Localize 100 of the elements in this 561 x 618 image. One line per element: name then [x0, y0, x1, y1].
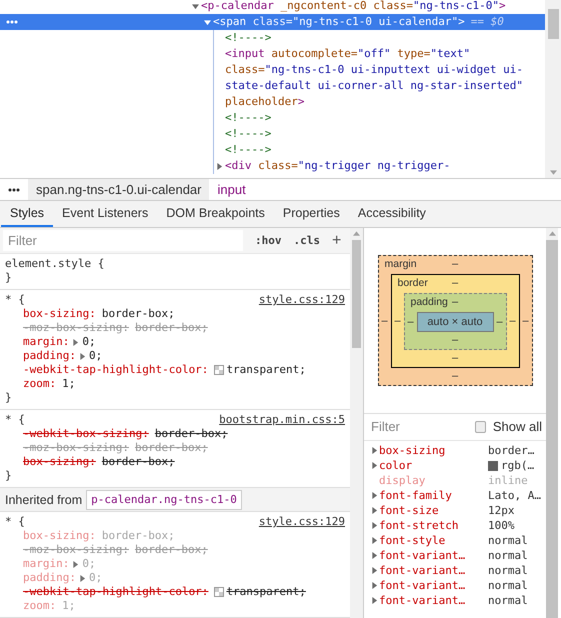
source-link[interactable]: bootstrap.min.css:5: [219, 413, 345, 427]
property-name[interactable]: box-sizing:: [23, 455, 96, 469]
expand-arrow-icon[interactable]: [371, 507, 378, 514]
filter-field[interactable]: Filter: [371, 419, 471, 435]
property-value: normal: [488, 562, 528, 578]
value-dash: –: [521, 314, 530, 328]
property-value: 12px: [488, 502, 514, 518]
dom-node-text[interactable]: <!---->: [225, 110, 531, 126]
expand-arrow-icon[interactable]: [371, 462, 378, 469]
scrollbar-thumb[interactable]: [548, 9, 558, 39]
filter-field[interactable]: Filter: [3, 230, 243, 251]
property-value: rgb(…: [501, 458, 534, 474]
css-selector: * {: [5, 515, 25, 529]
property-name[interactable]: font-variant…: [379, 578, 488, 594]
property-name[interactable]: zoom:: [23, 377, 56, 391]
value-dash: –: [452, 352, 458, 364]
box-label: margin: [384, 257, 418, 272]
dom-node-row[interactable]: <!---->: [0, 142, 545, 158]
dom-node-text[interactable]: <p-calendar _ngcontent-c0 class="ng-tns-c1-0">: [201, 0, 531, 14]
property-value[interactable]: 0;: [88, 349, 102, 363]
property-value[interactable]: 1;: [62, 377, 76, 391]
expand-arrow-icon[interactable]: [371, 522, 378, 529]
breadcrumb[interactable]: span.ng-tns-c1-0.ui-calendar: [28, 179, 210, 200]
dom-node-row[interactable]: <!---->: [0, 126, 545, 142]
dom-node-text[interactable]: <!---->: [225, 126, 531, 142]
property-name[interactable]: color: [379, 458, 488, 474]
property-name[interactable]: font-variant…: [379, 562, 488, 578]
expand-arrow-icon[interactable]: [371, 552, 378, 559]
expand-arrow-icon[interactable]: [216, 162, 223, 170]
property-name[interactable]: font-family: [379, 488, 488, 504]
value-dash: –: [452, 334, 458, 346]
property-name[interactable]: box-sizing: [379, 442, 488, 458]
dom-node-text[interactable]: <div class="ng-trigger ng-trigger-: [225, 158, 531, 174]
checkbox-label: Show all: [492, 419, 542, 435]
property-name[interactable]: box-sizing:: [23, 307, 96, 321]
dom-node-row[interactable]: <div class="ng-trigger ng-trigger-: [0, 158, 545, 174]
property-name[interactable]: font-variant…: [379, 548, 488, 564]
scrollbar[interactable]: [350, 228, 363, 618]
property-name[interactable]: padding:: [23, 349, 76, 363]
collapse-arrow-icon[interactable]: [204, 18, 211, 26]
source-link[interactable]: style.css:129: [258, 515, 345, 529]
property-name[interactable]: -webkit-tap-highlight-color:: [23, 363, 208, 377]
dom-node-row[interactable]: <!---->: [0, 30, 545, 46]
dom-node-row[interactable]: <p-calendar _ngcontent-c0 class="ng-tns-c1-0">: [0, 0, 545, 14]
dom-node-text[interactable]: <span class="ng-tns-c1-0 ui-calendar"> == $0: [213, 14, 531, 30]
property-name[interactable]: -webkit-tap-highlight-color:: [23, 585, 208, 599]
checkbox[interactable]: [475, 421, 486, 433]
expand-arrow-icon[interactable]: [371, 492, 378, 499]
property-value[interactable]: 0;: [82, 335, 96, 349]
color-swatch-icon[interactable]: [214, 587, 224, 597]
property-value[interactable]: border-box;: [102, 455, 175, 469]
more-icon[interactable]: [8, 188, 20, 192]
expand-arrow-icon[interactable]: [371, 582, 378, 589]
property-value: normal: [488, 578, 528, 594]
value-dash: –: [452, 276, 458, 291]
property-name[interactable]: font-variant…: [379, 592, 488, 608]
dom-node-text[interactable]: <input autocomplete="off" type="text" class="ng-tns-c1-0 ui-inputtext ui-widget ui-state-default ui-corner-all ng-star-inserted" placeholder>: [225, 46, 531, 110]
value-dash: –: [495, 314, 504, 330]
color-swatch-icon[interactable]: [214, 365, 224, 375]
expand-arrow-icon[interactable]: [78, 574, 86, 582]
property-value[interactable]: transparent;: [226, 585, 306, 599]
tab[interactable]: Accessibility: [348, 201, 435, 227]
dom-node-text[interactable]: <!---->: [225, 30, 531, 46]
property-value[interactable]: border-box;: [154, 427, 228, 441]
scrollbar[interactable]: [545, 0, 561, 178]
expand-arrow-icon[interactable]: [371, 447, 378, 454]
toolbar-button[interactable]: .cls: [294, 232, 320, 248]
toolbar-button[interactable]: +: [332, 232, 342, 248]
dom-node-row[interactable]: <!---->: [0, 110, 545, 126]
property-name[interactable]: font-style: [379, 532, 488, 548]
property-value[interactable]: transparent;: [226, 363, 306, 377]
toolbar-button[interactable]: :hov: [255, 232, 282, 248]
source-link[interactable]: style.css:129: [258, 293, 345, 307]
expand-arrow-icon[interactable]: [371, 567, 378, 574]
property-name[interactable]: -webkit-box-sizing:: [23, 427, 149, 441]
property-name[interactable]: font-size: [379, 502, 488, 518]
expand-arrow-icon[interactable]: [371, 597, 378, 604]
property-value: normal: [488, 592, 528, 608]
tab[interactable]: Properties: [274, 201, 349, 227]
inherited-label: Inherited from: [5, 492, 82, 508]
collapse-arrow-icon[interactable]: [192, 2, 199, 10]
element-link[interactable]: p-calendar.ng-tns-c1-0: [86, 490, 242, 510]
expand-arrow-icon[interactable]: [72, 560, 80, 568]
property-value[interactable]: border-box;: [102, 307, 175, 321]
tab[interactable]: Event Listeners: [53, 201, 158, 227]
value-dash: –: [393, 314, 402, 329]
dom-node-text[interactable]: <!---->: [225, 142, 531, 158]
property-name[interactable]: font-stretch: [379, 518, 488, 534]
dom-node-row[interactable]: <span class="ng-tns-c1-0 ui-calendar"> == $0: [0, 14, 545, 30]
value-dash: –: [508, 314, 517, 329]
closing-brace: }: [5, 271, 13, 285]
expand-arrow-icon[interactable]: [371, 537, 378, 544]
expand-arrow-icon[interactable]: [78, 352, 86, 360]
dom-node-row[interactable]: <input autocomplete="off" type="text" class="ng-tns-c1-0 ui-inputtext ui-widget ui-state-default ui-corner-all ng-star-inserted" placeholder>: [0, 46, 545, 110]
tab[interactable]: DOM Breakpoints: [157, 201, 274, 227]
scrollbar-thumb[interactable]: [352, 240, 361, 348]
breadcrumb[interactable]: input: [209, 179, 254, 200]
property-name[interactable]: margin:: [23, 335, 70, 349]
expand-arrow-icon[interactable]: [72, 338, 80, 346]
value-dash: –: [452, 370, 458, 382]
